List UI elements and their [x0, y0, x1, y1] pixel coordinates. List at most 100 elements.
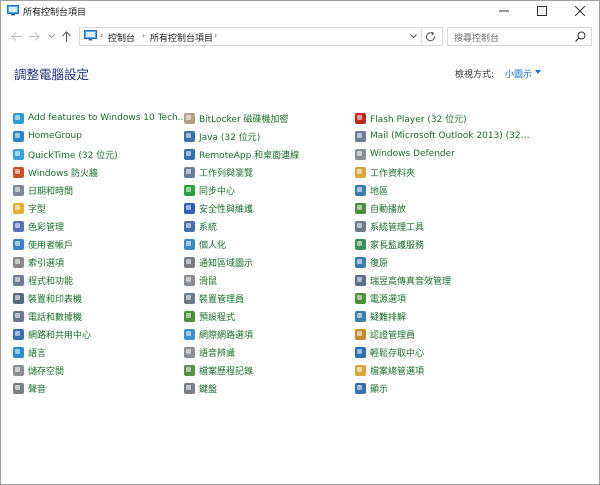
item-label[interactable]: Java (32 位元)	[199, 130, 260, 143]
control-panel-item[interactable]: 地區	[355, 183, 531, 197]
breadcrumb-separator-icon[interactable]: ›	[142, 31, 145, 40]
up-button[interactable]	[59, 29, 73, 43]
control-panel-item[interactable]: 日期和時間	[13, 183, 189, 197]
control-panel-item[interactable]: 家長監護服務	[355, 237, 531, 251]
search-icon[interactable]	[575, 31, 586, 42]
control-panel-item[interactable]: 認證管理員	[355, 327, 531, 341]
control-panel-item[interactable]: 復原	[355, 255, 531, 269]
minimize-button[interactable]	[485, 1, 523, 21]
control-panel-item[interactable]: 檔案總管選項	[355, 363, 531, 377]
item-label[interactable]: 字型	[28, 202, 46, 215]
control-panel-item[interactable]: 鍵盤	[184, 381, 360, 395]
view-by-dropdown[interactable]: 小圖示	[505, 67, 532, 80]
control-panel-item[interactable]: 使用者帳戶	[13, 237, 189, 251]
control-panel-item[interactable]: 系統	[184, 219, 360, 233]
title-bar[interactable]: 所有控制台項目	[1, 1, 599, 21]
item-label[interactable]: 儲存空間	[28, 364, 64, 377]
control-panel-item[interactable]: Add features to Windows 10 Tech...	[13, 111, 189, 125]
item-label[interactable]: 使用者帳戶	[28, 238, 73, 251]
item-label[interactable]: 顯示	[370, 382, 388, 395]
item-label[interactable]: QuickTime (32 位元)	[28, 148, 118, 161]
item-label[interactable]: 輕鬆存取中心	[370, 346, 424, 359]
refresh-button[interactable]	[421, 28, 440, 45]
control-panel-item[interactable]: 檔案歷程記錄	[184, 363, 360, 377]
item-label[interactable]: Windows 防火牆	[28, 166, 98, 179]
control-panel-item[interactable]: 滑鼠	[184, 273, 360, 287]
search-box[interactable]: 搜尋控制台	[447, 27, 592, 46]
breadcrumb-control-panel[interactable]: 控制台	[108, 31, 135, 44]
item-label[interactable]: 網路和共用中心	[28, 328, 91, 341]
item-label[interactable]: RemoteApp 和桌面連線	[199, 148, 299, 161]
recent-locations-button[interactable]	[44, 29, 58, 43]
item-label[interactable]: BitLocker 磁碟機加密	[199, 112, 289, 125]
item-label[interactable]: 檔案總管選項	[370, 364, 424, 377]
control-panel-item[interactable]: 儲存空間	[13, 363, 189, 377]
item-label[interactable]: 日期和時間	[28, 184, 73, 197]
item-label[interactable]: 索引選項	[28, 256, 64, 269]
item-label[interactable]: 復原	[370, 256, 388, 269]
forward-button[interactable]	[27, 29, 41, 43]
item-label[interactable]: 系統	[199, 220, 217, 233]
control-panel-item[interactable]: 顯示	[355, 381, 531, 395]
control-panel-item[interactable]: 電話和數據機	[13, 309, 189, 323]
item-label[interactable]: 同步中心	[199, 184, 235, 197]
control-panel-item[interactable]: BitLocker 磁碟機加密	[184, 111, 360, 125]
control-panel-item[interactable]: 語音辨識	[184, 345, 360, 359]
control-panel-item[interactable]: 裝置管理員	[184, 291, 360, 305]
maximize-button[interactable]	[523, 1, 561, 21]
control-panel-item[interactable]: 通知區域圖示	[184, 255, 360, 269]
control-panel-item[interactable]: Windows Defender	[355, 147, 531, 161]
control-panel-item[interactable]: Flash Player (32 位元)	[355, 111, 531, 125]
control-panel-item[interactable]: 網際網路選項	[184, 327, 360, 341]
item-label[interactable]: 聲音	[28, 382, 46, 395]
item-label[interactable]: 自動播放	[370, 202, 406, 215]
control-panel-item[interactable]: 網路和共用中心	[13, 327, 189, 341]
control-panel-item[interactable]: 安全性與維護	[184, 201, 360, 215]
control-panel-item[interactable]: 索引選項	[13, 255, 189, 269]
control-panel-item[interactable]: 輕鬆存取中心	[355, 345, 531, 359]
item-label[interactable]: 個人化	[199, 238, 226, 251]
item-label[interactable]: 系統管理工具	[370, 220, 424, 233]
item-label[interactable]: 電源選項	[370, 292, 406, 305]
control-panel-item[interactable]: QuickTime (32 位元)	[13, 147, 189, 161]
item-label[interactable]: 裝置和印表機	[28, 292, 82, 305]
item-label[interactable]: 色彩管理	[28, 220, 64, 233]
breadcrumb-separator-icon[interactable]: ›	[100, 31, 103, 40]
item-label[interactable]: 電話和數據機	[28, 310, 82, 323]
control-panel-item[interactable]: 裝置和印表機	[13, 291, 189, 305]
item-label[interactable]: 鍵盤	[199, 382, 217, 395]
control-panel-item[interactable]: 色彩管理	[13, 219, 189, 233]
item-label[interactable]: 語言	[28, 346, 46, 359]
item-label[interactable]: Flash Player (32 位元)	[370, 112, 467, 125]
breadcrumb-all-items[interactable]: 所有控制台項目	[150, 31, 213, 44]
search-placeholder[interactable]: 搜尋控制台	[454, 31, 499, 44]
control-panel-item[interactable]: 電源選項	[355, 291, 531, 305]
item-label[interactable]: 網際網路選項	[199, 328, 253, 341]
item-label[interactable]: HomeGroup	[28, 131, 82, 141]
item-label[interactable]: 工作資料夾	[370, 166, 415, 179]
item-label[interactable]: 滑鼠	[199, 274, 217, 287]
close-button[interactable]	[561, 1, 599, 21]
control-panel-item[interactable]: 系統管理工具	[355, 219, 531, 233]
address-bar[interactable]: › 控制台 › 所有控制台項目 ›	[79, 27, 443, 46]
item-label[interactable]: Windows Defender	[370, 149, 455, 159]
control-panel-item[interactable]: 工作列與瀏覽	[184, 165, 360, 179]
control-panel-item[interactable]: 聲音	[13, 381, 189, 395]
item-label[interactable]: 通知區域圖示	[199, 256, 253, 269]
control-panel-item[interactable]: RemoteApp 和桌面連線	[184, 147, 360, 161]
item-label[interactable]: 疑難排解	[370, 310, 406, 323]
control-panel-item[interactable]: 程式和功能	[13, 273, 189, 287]
item-label[interactable]: 地區	[370, 184, 388, 197]
item-label[interactable]: 程式和功能	[28, 274, 73, 287]
item-label[interactable]: 裝置管理員	[199, 292, 244, 305]
breadcrumb-separator-icon[interactable]: ›	[214, 31, 217, 40]
item-label[interactable]: Add features to Windows 10 Tech...	[28, 113, 186, 123]
control-panel-item[interactable]: 語言	[13, 345, 189, 359]
item-label[interactable]: 工作列與瀏覽	[199, 166, 253, 179]
item-label[interactable]: 安全性與維護	[199, 202, 253, 215]
control-panel-item[interactable]: 瑞昱高傳真音效管理	[355, 273, 531, 287]
item-label[interactable]: 瑞昱高傳真音效管理	[370, 274, 451, 287]
item-label[interactable]: 認證管理員	[370, 328, 415, 341]
control-panel-item[interactable]: 預設程式	[184, 309, 360, 323]
control-panel-item[interactable]: 同步中心	[184, 183, 360, 197]
